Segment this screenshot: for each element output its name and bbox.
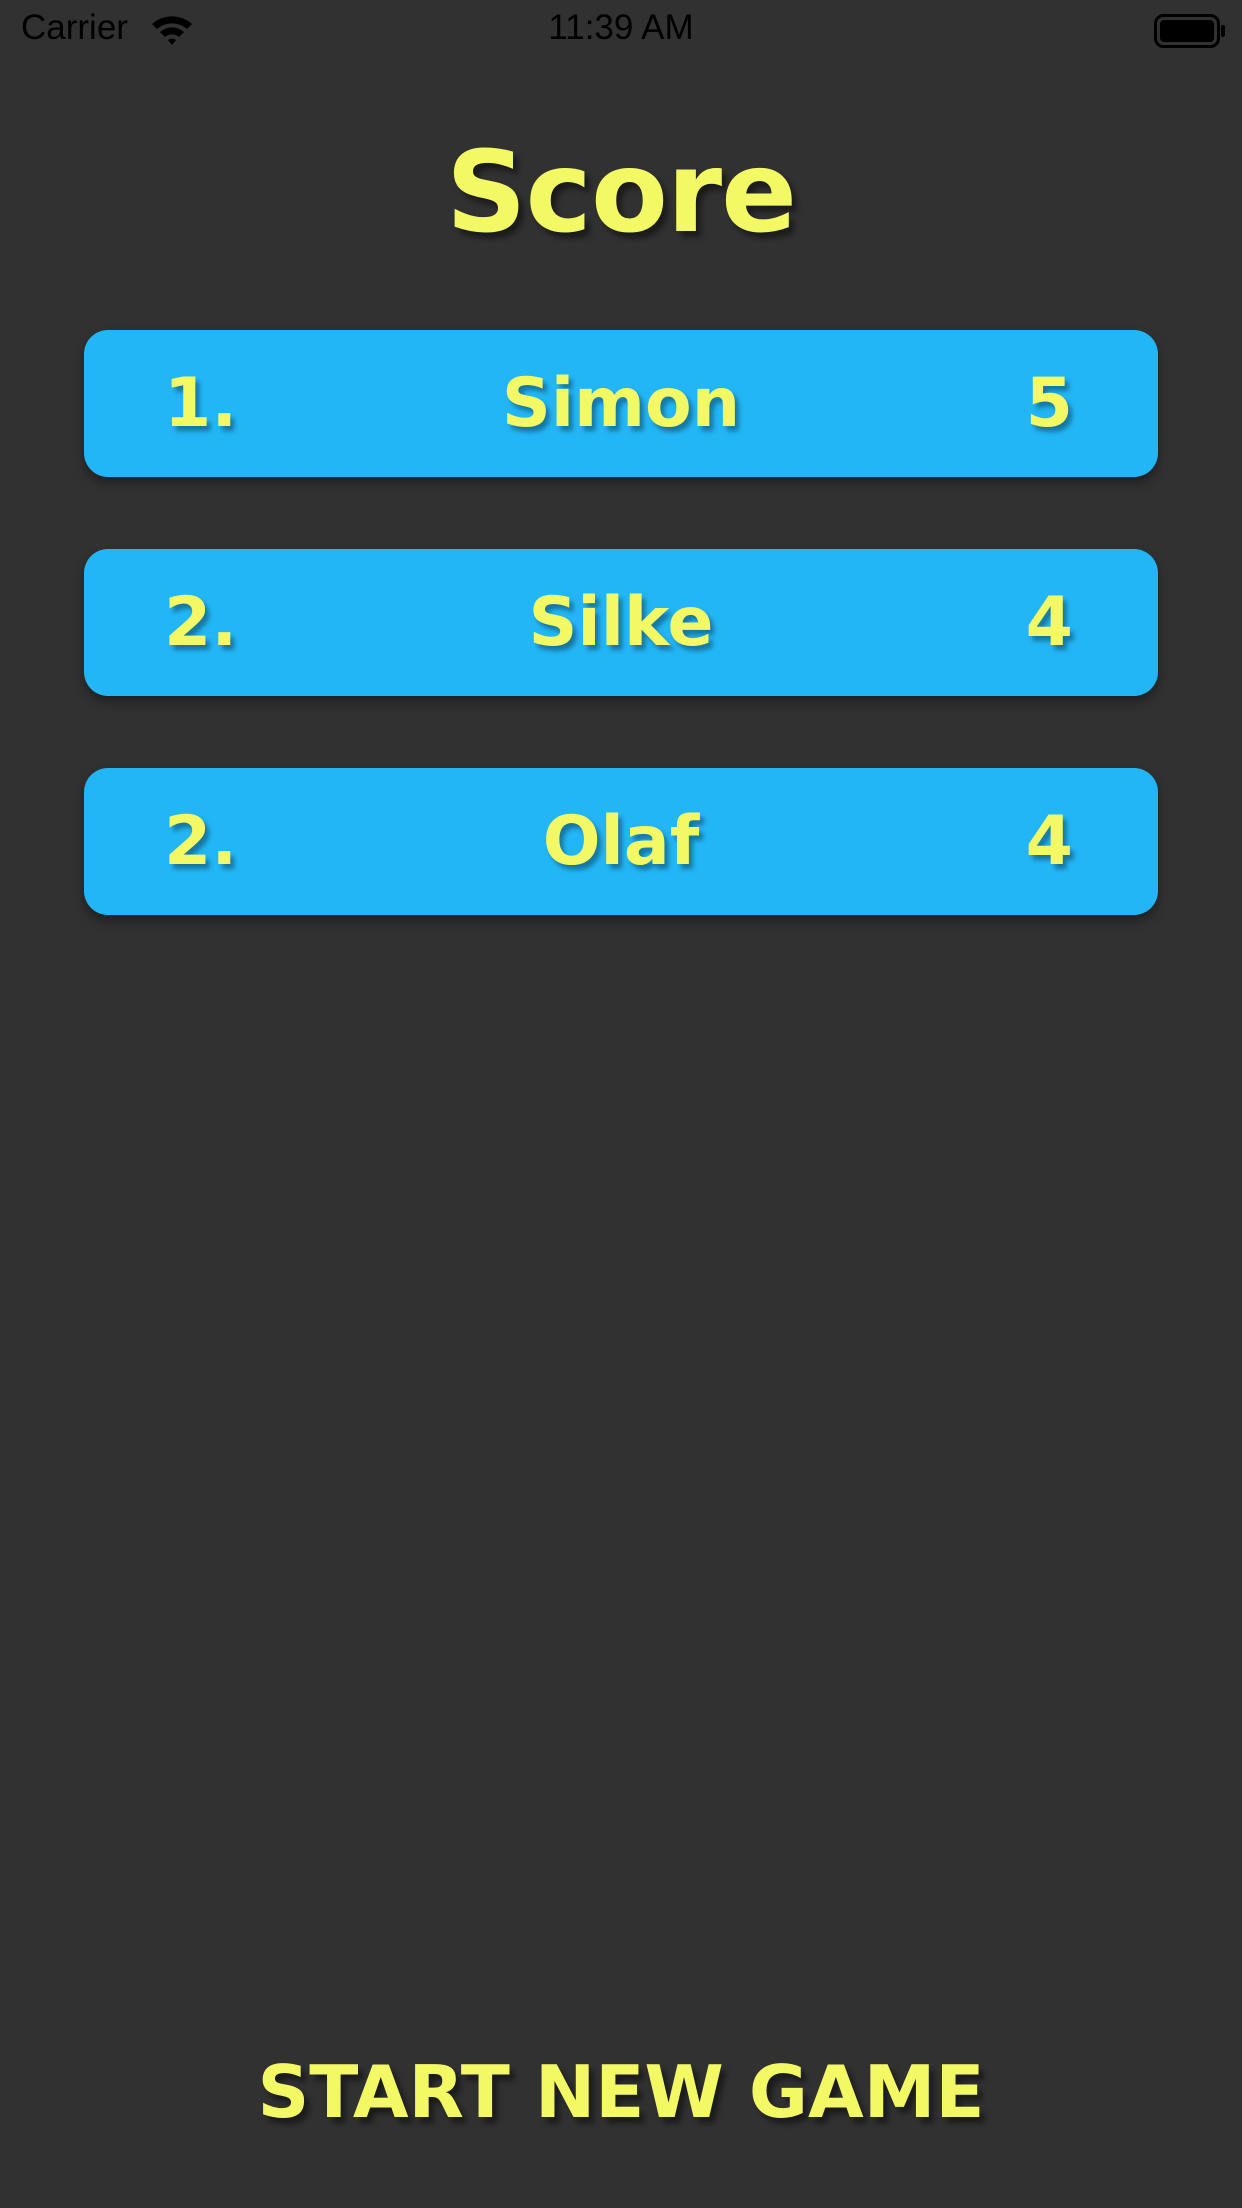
battery-icon [1154,14,1226,48]
score-list: 1. Simon 5 2. Silke 4 2. Olaf 4 [84,330,1158,987]
score-row: 2. Silke 4 [84,549,1158,696]
page-title: Score [445,128,797,258]
score-points: 5 [1025,364,1073,443]
score-row: 1. Simon 5 [84,330,1158,477]
score-player-name: Simon [501,364,741,443]
score-player-name: Silke [528,583,714,662]
score-points: 4 [1025,802,1073,881]
status-bar: Carrier 11:39 AM [0,0,1242,60]
clock: 11:39 AM [548,8,694,47]
score-row: 2. Olaf 4 [84,768,1158,915]
score-points: 4 [1025,583,1073,662]
score-player-name: Olaf [542,802,700,881]
start-new-game-button[interactable]: START NEW GAME [0,2050,1242,2134]
